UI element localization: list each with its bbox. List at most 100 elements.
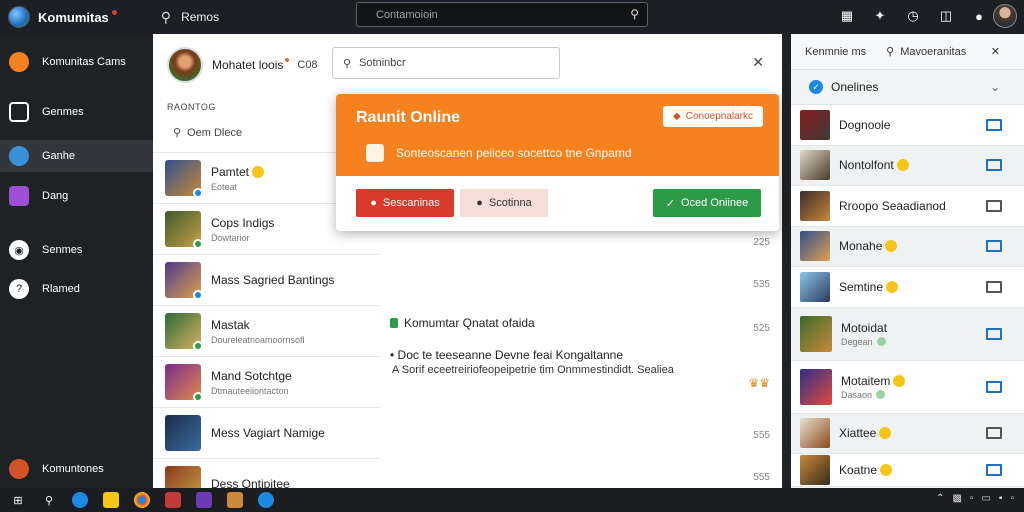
list-item[interactable]: Mand Sotchtge Dtmauteeiiontacton: [153, 356, 380, 407]
folder-icon[interactable]: [103, 492, 119, 508]
friend-row[interactable]: Xiattee: [791, 413, 1024, 454]
qr-icon[interactable]: ▦: [838, 7, 856, 25]
sidebar-item-label: Komunitas Cams: [42, 56, 126, 68]
popup-top-button[interactable]: ◆ Conoepnalarkc: [663, 106, 763, 127]
secondary-button-label: Scotinna: [488, 197, 532, 209]
puzzle-icon[interactable]: ✦: [871, 7, 889, 25]
search-label[interactable]: Remos: [181, 10, 219, 24]
popup-top-button-label: Conoepnalarkc: [685, 111, 753, 122]
sidebar-footer-label: Komuntones: [42, 463, 104, 475]
tray-app-icon[interactable]: ▪: [999, 493, 1003, 504]
close-icon[interactable]: ✕: [752, 54, 764, 71]
search-icon[interactable]: ⚲: [161, 9, 171, 26]
edit-icon[interactable]: [986, 240, 1002, 253]
chevron-down-icon[interactable]: ⌄: [990, 80, 1000, 94]
notification-icon[interactable]: ▫: [1010, 493, 1014, 504]
friend-row[interactable]: Motaitem Dasaon: [791, 360, 1024, 414]
vs-icon[interactable]: [196, 492, 212, 508]
game-icon[interactable]: [227, 492, 243, 508]
message-icon[interactable]: [986, 464, 1002, 476]
list-item[interactable]: Mess Vagiart Namige: [153, 407, 380, 458]
friend-row[interactable]: Semtine: [791, 267, 1024, 308]
sidebar-item-games[interactable]: Genmes: [0, 96, 153, 128]
list-item[interactable]: Mastak Doureleatnoamoornsofl: [153, 305, 380, 356]
sidebar-footer-item[interactable]: Komuntones: [0, 453, 153, 485]
message-icon[interactable]: [986, 199, 1002, 212]
check-icon: ✓: [809, 80, 823, 94]
decline-button-label: Sescaninas: [382, 197, 440, 209]
message-icon[interactable]: [986, 427, 1002, 440]
contact-status: Doureleatnoamoornsofl: [211, 334, 305, 345]
trophy-icon[interactable]: ♛♛: [748, 376, 770, 390]
friend-row[interactable]: Motoidat Degean: [791, 307, 1024, 361]
taskbar: ⊞ ⚲ ⌃ ▩ ▫ ▭ ▪ ▫: [0, 488, 1024, 512]
contact-name: Mess Vagiart Namige: [211, 426, 325, 440]
windows-icon[interactable]: ⊞: [10, 492, 26, 508]
message-icon[interactable]: [986, 327, 1002, 340]
chat-search-input[interactable]: ⚲ Sotninbcr: [332, 47, 560, 79]
message-icon[interactable]: [986, 380, 1002, 393]
group-avatar[interactable]: [167, 47, 203, 83]
popup-title: Raunit Online: [356, 109, 460, 126]
speaker-icon[interactable]: ▫: [970, 493, 974, 504]
user-avatar[interactable]: [993, 4, 1017, 28]
sidebar-item-senmes[interactable]: ◉ Senmes: [0, 234, 153, 266]
friend-avatar: [800, 150, 830, 181]
friend-row[interactable]: Nontolfont: [791, 145, 1024, 186]
sidebar-item-label: Rlamed: [42, 283, 80, 295]
search-placeholder: Contamoioin: [376, 8, 438, 21]
app-title: Komumitas: [38, 9, 109, 25]
clock-icon[interactable]: ◷: [904, 7, 922, 25]
list-item[interactable]: Mass Sagried Bantings: [153, 254, 380, 305]
network-icon[interactable]: ▩: [952, 493, 961, 504]
blue-app-icon[interactable]: [258, 492, 274, 508]
friend-row[interactable]: Monahe: [791, 226, 1024, 267]
message-icon[interactable]: [986, 159, 1002, 172]
sidebar-item-dang[interactable]: Dang: [0, 180, 153, 212]
secondary-button[interactable]: ● Scotinna: [460, 189, 548, 217]
accept-button[interactable]: ✓ Oced Oniinee: [653, 189, 761, 217]
edit-icon[interactable]: [986, 280, 1002, 293]
friend-avatar: [800, 190, 830, 221]
app-icon[interactable]: [165, 492, 181, 508]
message-icon[interactable]: [986, 118, 1002, 131]
footer-avatar-icon: [9, 459, 29, 479]
friend-name: Koatne: [839, 463, 878, 477]
message-line: • Doc te teeseanne Devne feai Kongaltann…: [390, 348, 624, 362]
contact-name: Mastak: [211, 317, 250, 332]
contact-name: Cops Indigs: [211, 215, 275, 230]
online-section-header[interactable]: ✓ Onelines ⌄: [791, 70, 1024, 105]
friend-row[interactable]: Dognoole: [791, 105, 1024, 146]
message-title-text: Komumtar Qnatat ofaida: [404, 316, 535, 330]
decline-button[interactable]: ● Sescaninas: [356, 189, 454, 217]
emoji-icon: [885, 240, 898, 253]
sidebar-item-communities[interactable]: Komunitas Cams: [0, 46, 153, 78]
close-icon[interactable]: ✕: [991, 45, 1000, 58]
title-bar: Komumitas ⚲ Remos Contamoioin ⚲ ▦ ✦ ◷ ◫ …: [0, 0, 1024, 34]
app-logo-icon[interactable]: [8, 6, 30, 28]
notification-icon[interactable]: ●: [970, 7, 988, 25]
friend-row[interactable]: Rroopo Seaadianod: [791, 186, 1024, 227]
friends-header-label: Kenmnie ms: [805, 45, 867, 58]
edge-icon[interactable]: [72, 492, 88, 508]
accept-button-label: Oced Oniinee: [680, 197, 749, 209]
sidebar-item-ganhe[interactable]: Ganhe: [0, 140, 153, 172]
friend-avatar: [800, 109, 830, 140]
search-icon[interactable]: ⚲: [41, 492, 57, 508]
count-label: 555: [753, 430, 770, 441]
global-search-input[interactable]: Contamoioin ⚲: [356, 2, 648, 27]
sidebar-item-help[interactable]: ? Rlamed: [0, 273, 153, 305]
sidebar-item-label: Senmes: [42, 244, 83, 256]
friend-row[interactable]: Koatne: [791, 454, 1024, 487]
friends-header: Kenmnie ms ⚲ Mavoeranitas ✕: [791, 34, 1024, 70]
chevron-up-icon[interactable]: ⌃: [936, 493, 944, 504]
red-dot-icon: ●: [370, 197, 377, 209]
window-icon[interactable]: ◫: [937, 7, 955, 25]
search-icon[interactable]: ⚲: [886, 45, 894, 58]
battery-icon[interactable]: ▭: [981, 493, 990, 504]
status-dot: [285, 58, 290, 62]
chrome-icon[interactable]: [134, 492, 150, 508]
friends-search-label[interactable]: Mavoeranitas: [900, 46, 966, 58]
search-icon: ⚲: [173, 127, 182, 139]
search-icon[interactable]: ⚲: [630, 7, 639, 21]
